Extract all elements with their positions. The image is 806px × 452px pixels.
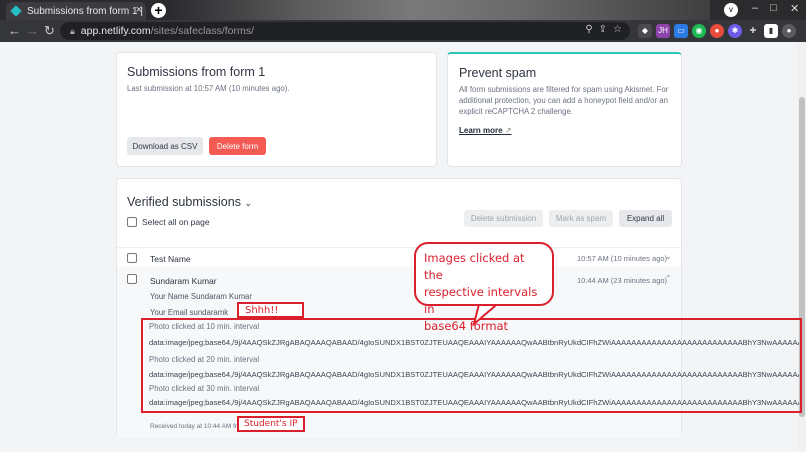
callout-joint: [481, 297, 501, 301]
callout-line: respective intervals in: [424, 285, 538, 316]
callout-line: Images clicked at the: [424, 251, 525, 282]
callout-line: base64 format: [424, 319, 509, 333]
callout-tail: [472, 299, 505, 327]
